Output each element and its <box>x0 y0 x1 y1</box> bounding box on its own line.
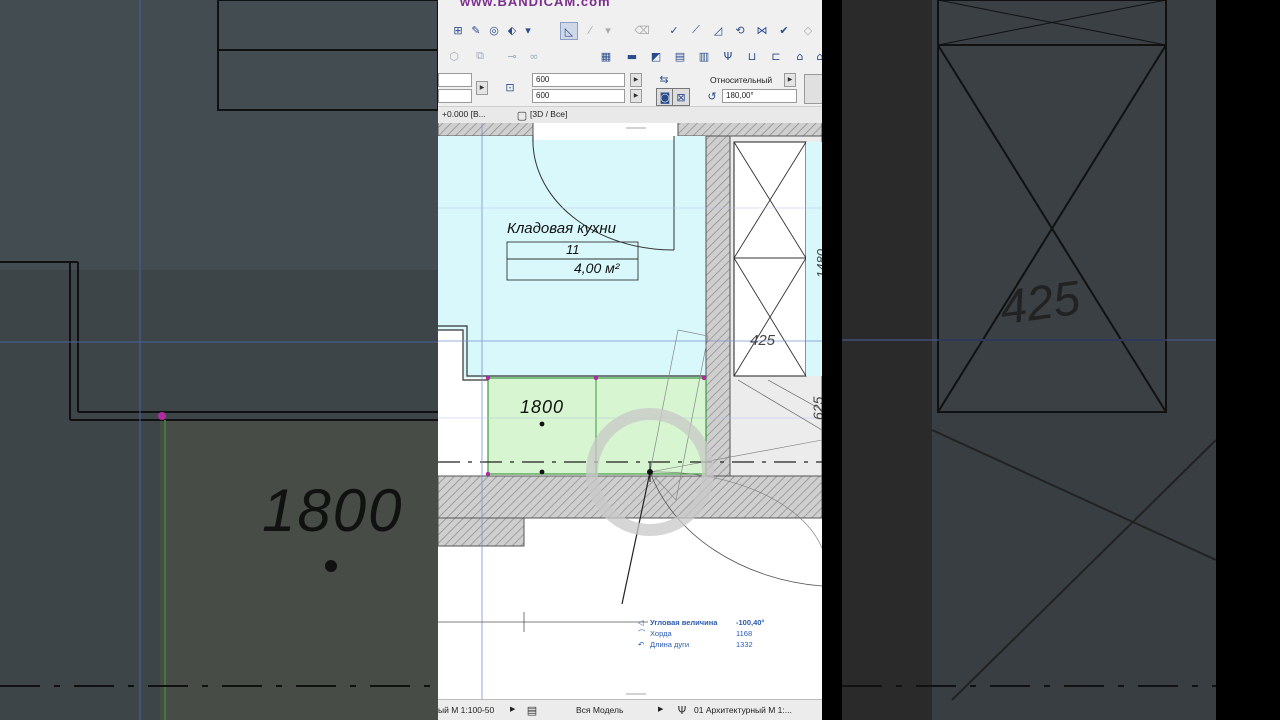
tracker-angle-value[interactable]: -100,40° <box>736 618 764 627</box>
left-field-arrow[interactable]: ▶ <box>476 81 488 95</box>
settings-panel-button[interactable] <box>804 74 822 104</box>
mirror-y-icon[interactable]: ⊠ <box>672 88 690 106</box>
tracker-angle-label: Угловая величина <box>650 618 718 627</box>
black-right-edge <box>1216 0 1280 720</box>
pen-down-icon[interactable]: ▾ <box>600 22 616 38</box>
tracker-row-arc: ↶ Длина дуги 1332 <box>638 639 764 650</box>
tracker-chord-value[interactable]: 1168 <box>736 629 752 638</box>
paint-dropdown-icon[interactable]: ▾ <box>520 22 536 38</box>
scale-text[interactable]: ый М 1:100-50 <box>438 705 494 715</box>
window-tool-icon[interactable]: ⊔ <box>744 48 760 64</box>
layer-text[interactable]: 01 Архитектурный М 1:... <box>694 705 792 715</box>
object-tool-icon[interactable]: ⊏ <box>768 48 784 64</box>
tracker-arc-label: Длина дуги <box>650 640 690 649</box>
wall-right <box>705 135 731 477</box>
slab-tool-icon[interactable]: ▥ <box>696 48 712 64</box>
layer-icon: Ψ <box>677 703 687 717</box>
door-tool-icon[interactable]: Ψ <box>720 48 736 64</box>
model-arrow-icon[interactable]: ▶ <box>658 705 663 713</box>
right-blurred-background: 425 <box>842 0 1216 720</box>
pen-icon[interactable]: ⁄ <box>582 22 598 38</box>
angle-icon: ◁ <box>638 618 644 627</box>
size-icon: ⊡ <box>505 80 515 94</box>
tracker-row-chord: ⌒ Хорда 1168 <box>638 628 764 639</box>
offset-tool-icon[interactable]: ✔ <box>776 22 792 38</box>
shape-icon[interactable]: ◎ <box>486 22 502 38</box>
right-background-drawing <box>842 0 1216 720</box>
toolbar-row-1: ⊞ ✎ ◎ ⬖ ▾ ◺ ⁄ ▾ ⌫ ✓ ⟋ ◿ ⟲ ⋈ ✔ ◇ <box>438 22 822 44</box>
roof-tool-icon[interactable]: ◩ <box>648 48 664 64</box>
cabinet-dimension-1480: 1480 <box>814 249 822 278</box>
zone-tool-icon[interactable]: ⌂ <box>792 48 808 64</box>
left-background-drawing <box>0 0 438 720</box>
zone-dimension-1800: 1800 <box>520 397 565 417</box>
tracker-panel: ◁ Угловая величина -100,40° ⌒ Хорда 1168 ↶ Дл… <box>638 617 764 650</box>
right-dim-425: 425 <box>996 271 1084 336</box>
left-dim-1800: 1800 <box>262 477 404 544</box>
chain-icon[interactable]: ∞ <box>526 48 542 64</box>
layers-icon[interactable]: ⬡ <box>446 48 462 64</box>
height-field[interactable]: 600 <box>532 89 625 103</box>
left-field-1[interactable] <box>438 73 472 87</box>
group-icon[interactable]: ⧉ <box>472 48 488 64</box>
width-arrow-button[interactable]: ▶ <box>630 73 642 87</box>
black-gap <box>822 0 842 720</box>
elevation-text: +0.000 [В... <box>442 109 486 119</box>
scale-arrow-icon[interactable]: ▶ <box>510 705 515 713</box>
pencil-icon[interactable]: ✎ <box>468 22 484 38</box>
wall-tool-icon[interactable]: ▦ <box>598 48 614 64</box>
info-bar: +0.000 [В... ▢ [3D / Все] <box>438 106 822 123</box>
angle-rotate-icon: ↺ <box>707 89 717 103</box>
more-tools-icon[interactable]: ◇ <box>800 22 816 38</box>
view-text[interactable]: [3D / Все] <box>530 109 567 119</box>
height-arrow-button[interactable]: ▶ <box>630 89 642 103</box>
toolbar-area: www.BANDICAM.com ⊞ ✎ ◎ ⬖ ▾ ◺ ⁄ ▾ ⌫ ✓ ⟋ ◿… <box>438 0 822 123</box>
floor-plan-canvas[interactable] <box>438 122 822 699</box>
chord-icon: ⌒ <box>638 629 646 638</box>
bandicam-watermark: www.BANDICAM.com <box>460 0 611 9</box>
model-text[interactable]: Вся Модель <box>576 705 623 715</box>
room-number-label: 11 <box>566 242 580 257</box>
model-view-icon: ▤ <box>526 703 538 717</box>
wall-top-left <box>438 122 534 137</box>
mesh-tool-icon[interactable]: ⌂ <box>812 48 823 64</box>
cabinet-dimension-425: 425 <box>750 332 776 349</box>
tracker-chord-label: Хорда <box>650 629 672 638</box>
eraser-icon[interactable]: ⌫ <box>634 22 650 38</box>
wall-bottom <box>438 475 822 519</box>
line-tool-icon[interactable]: ✓ <box>666 22 682 38</box>
tracker-arc-value[interactable]: 1332 <box>736 640 753 649</box>
stair-tool-icon[interactable]: ▤ <box>672 48 688 64</box>
view-3d-icon[interactable]: ▢ <box>514 107 530 123</box>
cabinet-dimension-625: 625 <box>810 396 822 420</box>
select-icon[interactable]: ⊞ <box>450 22 466 38</box>
diagonal-tool-icon[interactable]: ⟋ <box>688 22 704 38</box>
room-area-label: 4,00 м² <box>574 260 620 276</box>
room-name-label: Кладовая кухни <box>507 220 616 237</box>
mirror-tool-icon[interactable]: ⋈ <box>754 22 770 38</box>
mode-label: Относительный <box>710 75 773 85</box>
left-blurred-background: 1800 <box>0 0 438 720</box>
mirror-x-icon[interactable]: ⇆ <box>656 71 672 87</box>
angle-field[interactable]: 180,00° <box>722 89 797 103</box>
toolbar-row-2: ⬡ ⧉ ⊸ ∞ ▦ ▬ ◩ ▤ ▥ Ψ ⊔ ⊏ ⌂ ⌂ <box>438 48 822 70</box>
left-field-2[interactable] <box>438 89 472 103</box>
arc-length-icon: ↶ <box>638 640 645 649</box>
mode-arrow-button[interactable]: ▶ <box>784 73 796 87</box>
beam-tool-icon[interactable]: ▬ <box>624 48 640 64</box>
paint-icon[interactable]: ⬖ <box>504 22 520 38</box>
guide-icon[interactable]: ◺ <box>560 22 578 40</box>
room-fill <box>438 136 706 378</box>
archicad-window: Кладовая кухни 11 4,00 м² 1800 425 625 1… <box>438 0 822 720</box>
link-icon[interactable]: ⊸ <box>504 48 520 64</box>
rotate-tool-icon[interactable]: ⟲ <box>732 22 748 38</box>
wall-top-right <box>677 122 822 137</box>
status-bar: ый М 1:100-50 ▶ ▤ Вся Модель ▶ Ψ 01 Архи… <box>438 699 822 720</box>
width-field[interactable]: 600 <box>532 73 625 87</box>
triangle-tool-icon[interactable]: ◿ <box>710 22 726 38</box>
tracker-row-angle: ◁ Угловая величина -100,40° <box>638 617 764 628</box>
